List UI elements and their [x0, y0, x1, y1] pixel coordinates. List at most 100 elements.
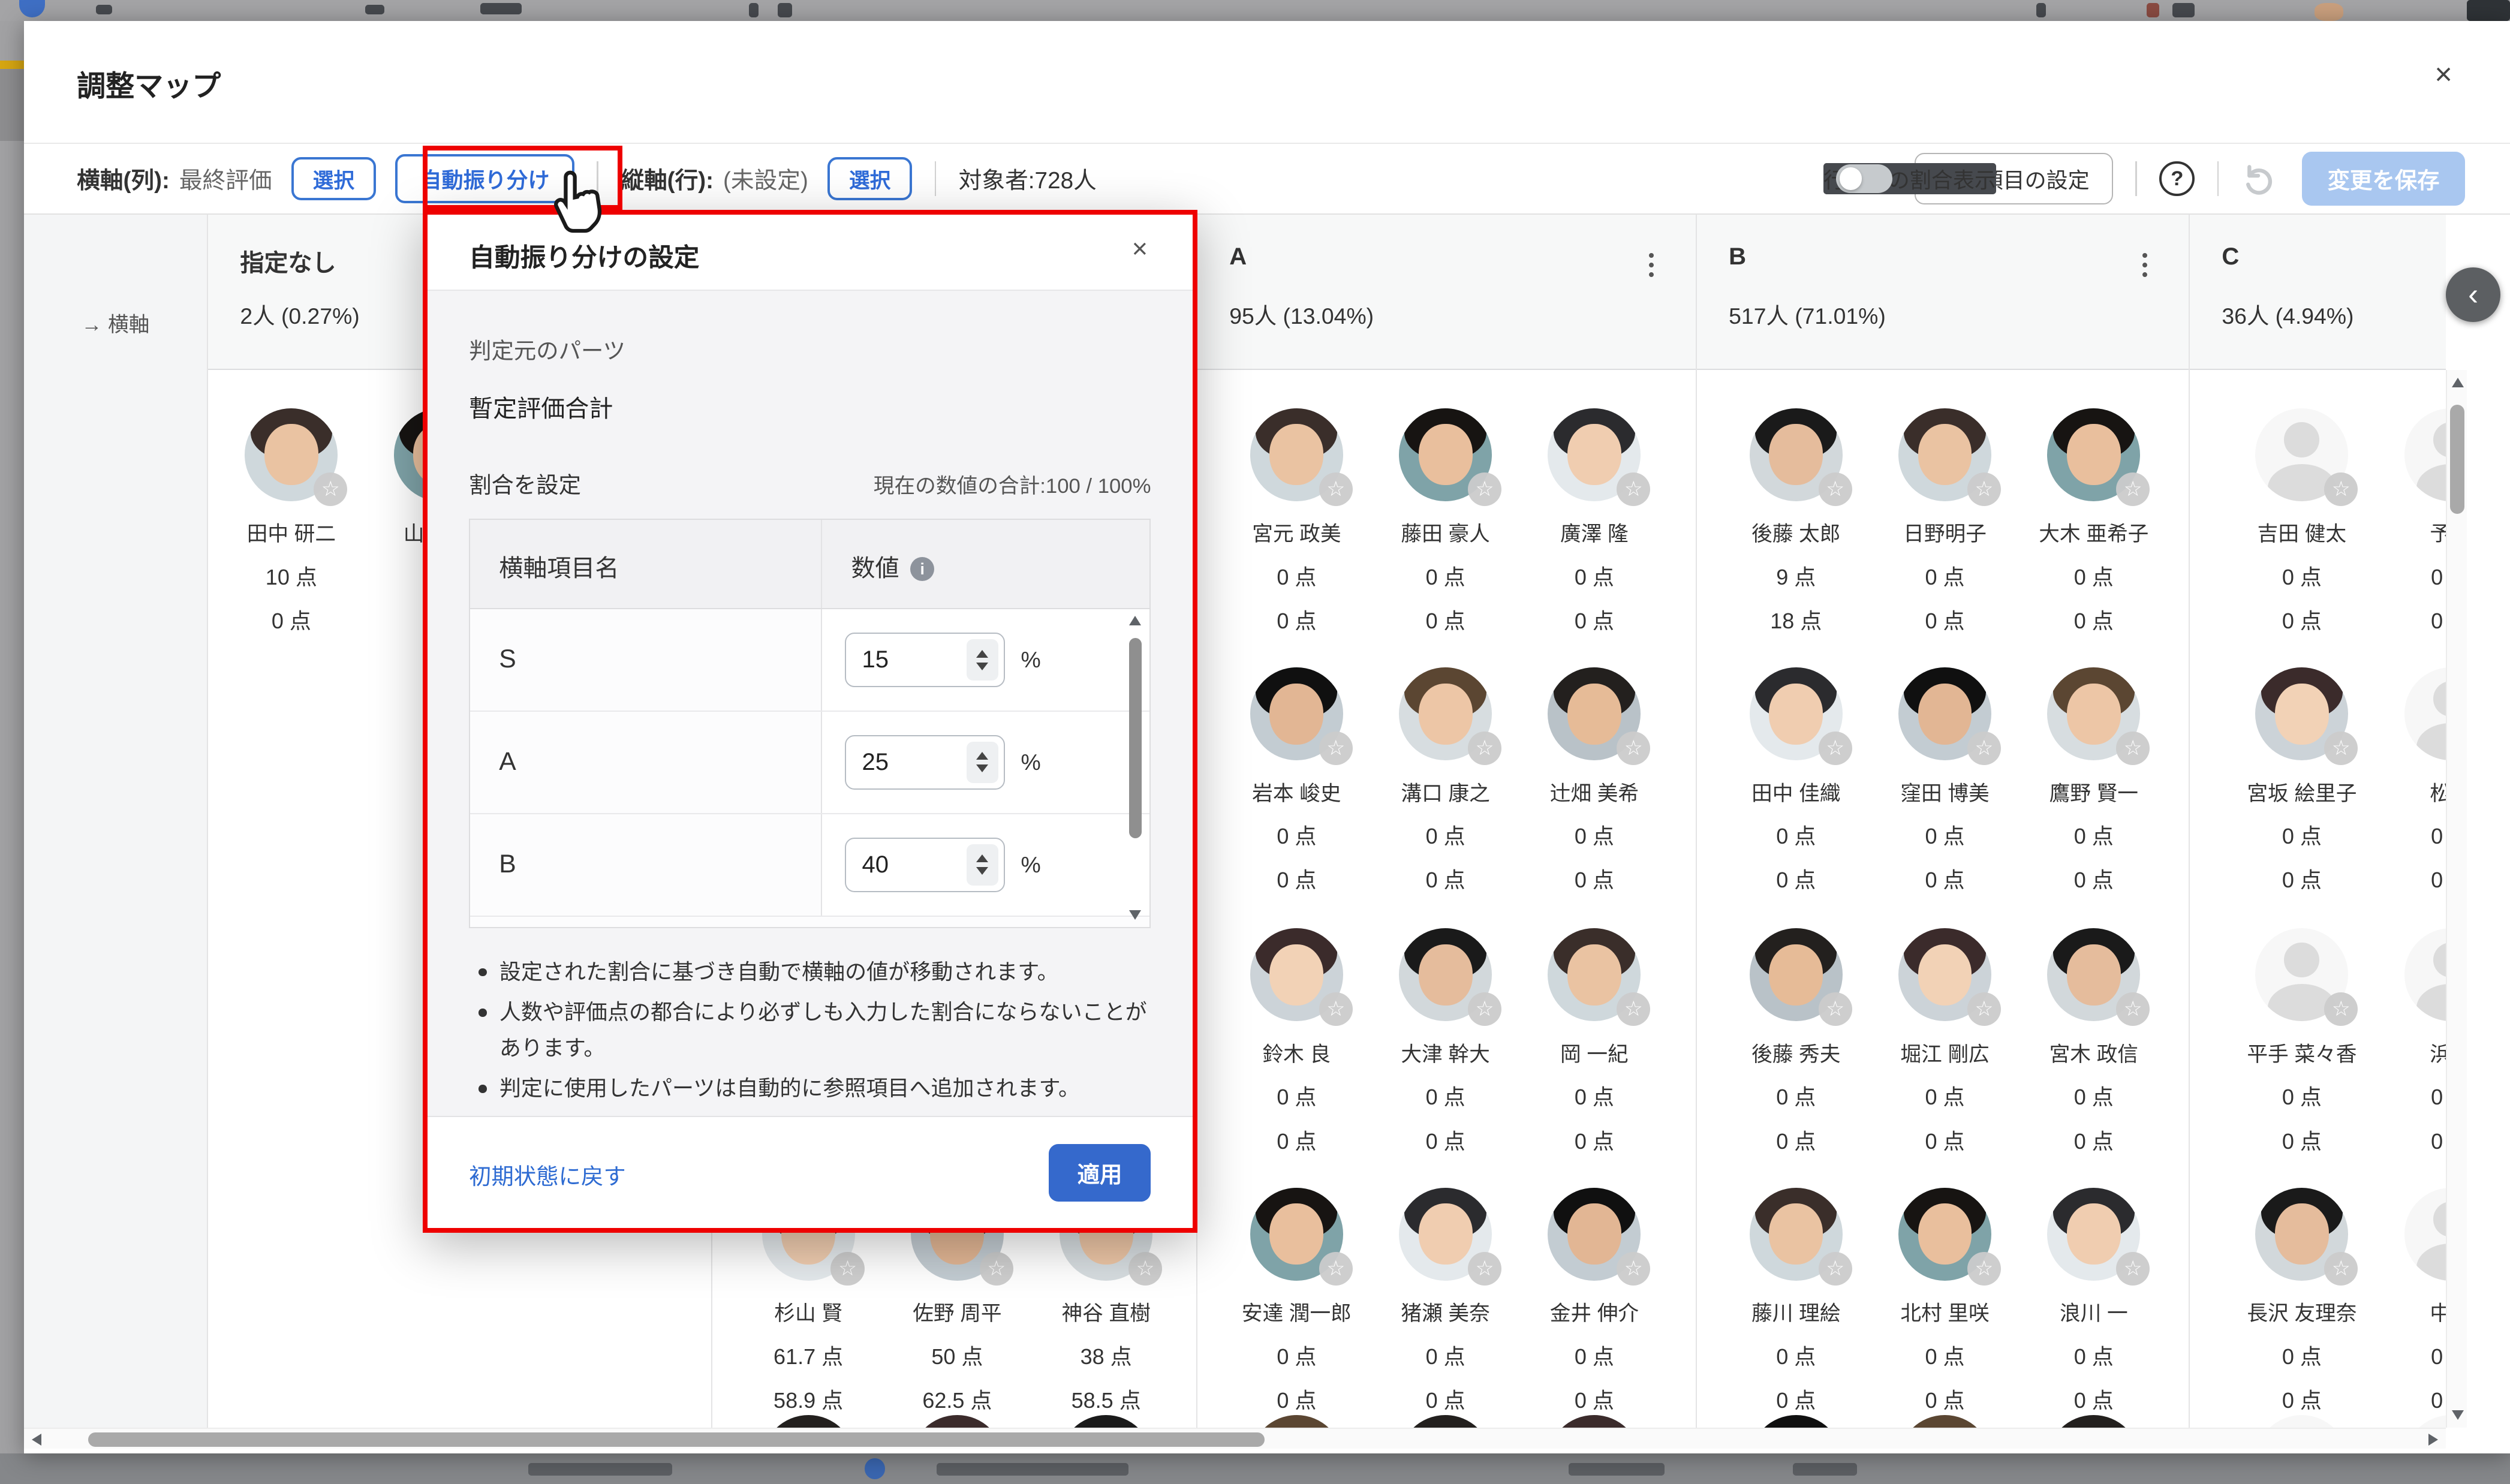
- spinner-icon[interactable]: [967, 639, 998, 681]
- star-icon[interactable]: ☆: [1468, 732, 1501, 765]
- person-card[interactable]: [2228, 1415, 2376, 1428]
- reset-link[interactable]: 初期状態に戻す: [469, 1158, 626, 1191]
- person-card[interactable]: ☆田中 研二10 点0 点: [218, 408, 365, 635]
- star-icon[interactable]: ☆: [2116, 472, 2150, 506]
- star-icon[interactable]: ☆: [1819, 1252, 1852, 1286]
- scroll-right-icon[interactable]: [2428, 1434, 2438, 1446]
- person-card[interactable]: ☆窪田 博美0 点0 点: [1871, 667, 2019, 894]
- person-card[interactable]: ☆田中 佳織0 点0 点: [1722, 667, 1870, 894]
- save-button[interactable]: 変更を保存: [2302, 152, 2465, 206]
- person-card[interactable]: ☆長沢 友理奈0 点0 点: [2228, 1188, 2376, 1414]
- star-icon[interactable]: ☆: [2324, 992, 2358, 1026]
- star-icon[interactable]: ☆: [1319, 472, 1353, 506]
- star-icon[interactable]: ☆: [2116, 1252, 2150, 1286]
- person-card[interactable]: ☆吉田 健太0 点0 点: [2228, 408, 2376, 635]
- scroll-up-icon[interactable]: [1129, 616, 1141, 625]
- person-card[interactable]: ☆平手 菜々香0 点0 点: [2228, 928, 2376, 1155]
- person-card[interactable]: ☆金井 伸介0 点0 点: [1521, 1188, 1668, 1414]
- info-icon[interactable]: i: [910, 557, 934, 581]
- star-icon[interactable]: ☆: [1617, 732, 1650, 765]
- star-icon[interactable]: ☆: [314, 472, 347, 506]
- person-card[interactable]: [1372, 1415, 1519, 1428]
- scroll-down-icon[interactable]: [2452, 1410, 2464, 1420]
- star-icon[interactable]: ☆: [1967, 472, 2001, 506]
- star-icon[interactable]: ☆: [1468, 1252, 1501, 1286]
- close-icon[interactable]: ×: [2434, 59, 2452, 90]
- scroll-down-icon[interactable]: [1129, 910, 1141, 920]
- kebab-menu-icon[interactable]: [1649, 253, 1654, 258]
- apply-button[interactable]: 適用: [1049, 1144, 1151, 1202]
- person-card[interactable]: [1033, 1415, 1180, 1428]
- star-icon[interactable]: ☆: [1617, 472, 1650, 506]
- v-axis-select-button[interactable]: 選択: [827, 157, 912, 200]
- person-card[interactable]: ☆猪瀬 美奈0 点0 点: [1372, 1188, 1519, 1414]
- star-icon[interactable]: ☆: [980, 1252, 1013, 1286]
- horizontal-scrollbar[interactable]: [24, 1428, 2446, 1449]
- star-icon[interactable]: ☆: [2324, 732, 2358, 765]
- person-card[interactable]: [1223, 1415, 1371, 1428]
- row-ratio-toggle[interactable]: [1836, 164, 1892, 193]
- vertical-scrollbar-thumb[interactable]: [2450, 405, 2464, 514]
- person-card[interactable]: ☆廣澤 隆0 点0 点: [1521, 408, 1668, 635]
- person-card[interactable]: ☆辻畑 美希0 点0 点: [1521, 667, 1668, 894]
- person-card[interactable]: ☆堀江 剛広0 点0 点: [1871, 928, 2019, 1155]
- help-icon[interactable]: ?: [2159, 161, 2195, 197]
- star-icon[interactable]: ☆: [1967, 732, 2001, 765]
- star-icon[interactable]: ☆: [2116, 992, 2150, 1026]
- person-card[interactable]: [735, 1415, 882, 1428]
- person-card[interactable]: [1722, 1415, 1870, 1428]
- person-card[interactable]: ☆浪川 一0 点0 点: [2020, 1188, 2168, 1414]
- person-card[interactable]: ☆岩本 峻史0 点0 点: [1223, 667, 1371, 894]
- scroll-left-icon[interactable]: [32, 1434, 41, 1446]
- star-icon[interactable]: ☆: [1819, 992, 1852, 1026]
- star-icon[interactable]: ☆: [1617, 1252, 1650, 1286]
- person-card[interactable]: ☆浜崎0 点0 点: [2377, 928, 2446, 1155]
- collapse-panel-button[interactable]: ‹: [2446, 267, 2500, 322]
- person-card[interactable]: [2020, 1415, 2168, 1428]
- star-icon[interactable]: ☆: [1319, 732, 1353, 765]
- person-card[interactable]: ☆松本0 点0 点: [2377, 667, 2446, 894]
- undo-icon[interactable]: [2241, 161, 2277, 197]
- table-scrollbar[interactable]: [1127, 616, 1143, 920]
- star-icon[interactable]: ☆: [2116, 732, 2150, 765]
- person-card[interactable]: ☆鈴木 良0 点0 点: [1223, 928, 1371, 1155]
- person-card[interactable]: ☆大津 幹大0 点0 点: [1372, 928, 1519, 1155]
- person-card[interactable]: ☆北村 里咲0 点0 点: [1871, 1188, 2019, 1414]
- person-card[interactable]: ☆安達 潤一郎0 点0 点: [1223, 1188, 1371, 1414]
- person-card[interactable]: [2377, 1415, 2446, 1428]
- star-icon[interactable]: ☆: [1468, 992, 1501, 1026]
- star-icon[interactable]: ☆: [1617, 992, 1650, 1026]
- person-card[interactable]: ☆藤田 豪人0 点0 点: [1372, 408, 1519, 635]
- scroll-up-icon[interactable]: [2452, 378, 2464, 387]
- person-card[interactable]: ☆後藤 太郎9 点18 点: [1722, 408, 1870, 635]
- person-card[interactable]: [1521, 1415, 1668, 1428]
- star-icon[interactable]: ☆: [1967, 1252, 2001, 1286]
- person-card[interactable]: ☆岡 一紀0 点0 点: [1521, 928, 1668, 1155]
- person-card[interactable]: ☆鷹野 賢一0 点0 点: [2020, 667, 2168, 894]
- star-icon[interactable]: ☆: [1819, 732, 1852, 765]
- person-card[interactable]: ☆宮木 政信0 点0 点: [2020, 928, 2168, 1155]
- person-card[interactable]: ☆日野明子0 点0 点: [1871, 408, 2019, 635]
- h-axis-select-button[interactable]: 選択: [291, 157, 376, 200]
- dialog-close-icon[interactable]: ×: [1132, 235, 1148, 262]
- person-card[interactable]: [884, 1415, 1031, 1428]
- star-icon[interactable]: ☆: [830, 1252, 864, 1286]
- person-card[interactable]: ☆大木 亜希子0 点0 点: [2020, 408, 2168, 635]
- person-card[interactable]: [1871, 1415, 2019, 1428]
- spinner-icon[interactable]: [967, 742, 998, 783]
- star-icon[interactable]: ☆: [1128, 1252, 1162, 1286]
- person-card[interactable]: ☆宮元 政美0 点0 点: [1223, 408, 1371, 635]
- star-icon[interactable]: ☆: [1319, 992, 1353, 1026]
- person-card[interactable]: ☆予算0 点0 点: [2377, 408, 2446, 635]
- spinner-icon[interactable]: [967, 844, 998, 886]
- person-card[interactable]: ☆宮坂 絵里子0 点0 点: [2228, 667, 2376, 894]
- star-icon[interactable]: ☆: [1967, 992, 2001, 1026]
- kebab-menu-icon[interactable]: [2142, 253, 2147, 258]
- person-card[interactable]: ☆後藤 秀夫0 点0 点: [1722, 928, 1870, 1155]
- horizontal-scrollbar-thumb[interactable]: [88, 1432, 1265, 1447]
- vertical-scrollbar[interactable]: [2446, 370, 2467, 1428]
- person-card[interactable]: ☆溝口 康之0 点0 点: [1372, 667, 1519, 894]
- person-card[interactable]: ☆藤川 理絵0 点0 点: [1722, 1188, 1870, 1414]
- person-card[interactable]: ☆中川0 点0 点: [2377, 1188, 2446, 1414]
- table-scrollbar-thumb[interactable]: [1129, 638, 1142, 838]
